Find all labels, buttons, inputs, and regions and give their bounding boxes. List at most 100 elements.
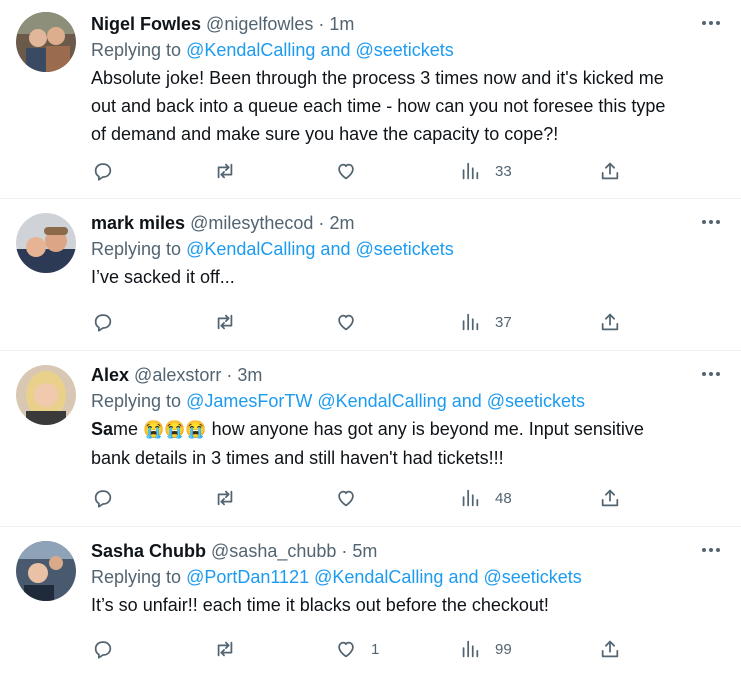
retweet-button[interactable] xyxy=(214,486,236,510)
replying-targets[interactable]: @KendalCalling and @seetickets xyxy=(186,239,454,259)
heart-icon xyxy=(338,314,354,331)
views-icon xyxy=(462,489,479,507)
tweet-text-line: It’s so unfair!! each time it blacks out… xyxy=(91,595,549,615)
replying-targets[interactable]: @JamesForTW @KendalCalling and @seeticke… xyxy=(186,391,585,411)
replying-prefix: Replying to xyxy=(91,239,182,259)
text-bold: Sa xyxy=(91,419,114,439)
timestamp[interactable]: 1m xyxy=(329,14,354,34)
reply-button[interactable] xyxy=(92,486,114,510)
action-bar: 33 xyxy=(0,159,741,183)
separator: · xyxy=(318,14,325,34)
like-button[interactable] xyxy=(335,159,371,183)
views-icon xyxy=(462,162,479,180)
views-button[interactable]: 33 xyxy=(459,159,512,183)
views-count: 99 xyxy=(495,640,512,658)
share-button[interactable] xyxy=(599,637,621,661)
retweet-button[interactable] xyxy=(214,310,236,334)
display-name[interactable]: Nigel Fowles xyxy=(91,14,201,34)
retweet-button[interactable] xyxy=(214,637,236,661)
separator: · xyxy=(318,213,325,233)
tweet-text-line: I’ve sacked it off... xyxy=(91,267,235,287)
retweet-icon xyxy=(217,163,233,179)
retweet-button[interactable] xyxy=(214,159,236,183)
like-button[interactable] xyxy=(335,486,371,510)
user-handle[interactable]: @alexstorr xyxy=(134,365,221,385)
like-count: 1 xyxy=(371,640,380,658)
replying-targets[interactable]: @KendalCalling and @seetickets xyxy=(186,40,454,60)
user-handle[interactable]: @nigelfowles xyxy=(206,14,313,34)
retweet-icon xyxy=(217,641,233,657)
replying-to: Replying to @KendalCalling and @seeticke… xyxy=(91,36,721,64)
heart-icon xyxy=(338,163,354,180)
display-name[interactable]: Sasha Chubb xyxy=(91,541,206,561)
views-button[interactable]: 37 xyxy=(459,310,512,334)
more-icon[interactable] xyxy=(699,541,723,559)
avatar[interactable] xyxy=(16,12,76,72)
text-rest: me xyxy=(113,419,139,439)
views-button[interactable]: 48 xyxy=(459,486,512,510)
tweet-header: Sasha Chubb @sasha_chubb · 5m xyxy=(91,539,721,563)
views-count: 48 xyxy=(495,489,512,507)
replying-to: Replying to @PortDan1121 @KendalCalling … xyxy=(91,563,721,591)
timestamp[interactable]: 5m xyxy=(352,541,377,561)
heart-icon xyxy=(338,490,354,507)
reply-button[interactable] xyxy=(92,159,114,183)
share-button[interactable] xyxy=(599,159,621,183)
text-after-emoji: how anyone has got any is beyond me. Inp… xyxy=(206,419,644,439)
tweet-text: I’ve sacked it off... xyxy=(91,263,721,291)
views-count: 37 xyxy=(495,313,512,331)
tweet-alex[interactable]: Alex @alexstorr · 3m Replying to @JamesF… xyxy=(0,351,741,527)
action-bar: 48 xyxy=(0,486,741,510)
retweet-icon xyxy=(217,490,233,506)
views-count: 33 xyxy=(495,162,512,180)
timestamp[interactable]: 3m xyxy=(237,365,262,385)
heart-icon xyxy=(338,641,354,658)
share-button[interactable] xyxy=(599,486,621,510)
replying-to: Replying to @KendalCalling and @seeticke… xyxy=(91,235,721,263)
tweet-text-line: of demand and make sure you have the cap… xyxy=(91,124,559,144)
tweet-sasha-chubb[interactable]: Sasha Chubb @sasha_chubb · 5m Replying t… xyxy=(0,527,741,678)
tweet-header: Nigel Fowles @nigelfowles · 1m xyxy=(91,12,721,36)
tweet-text-line: bank details in 3 times and still haven'… xyxy=(91,448,504,468)
user-handle[interactable]: @milesythecod xyxy=(190,213,313,233)
tweet-text: Absolute joke! Been through the process … xyxy=(91,64,721,148)
action-bar: 37 xyxy=(0,310,741,334)
separator: · xyxy=(341,541,348,561)
tweet-nigel-fowles[interactable]: Nigel Fowles @nigelfowles · 1m Replying … xyxy=(0,0,741,199)
avatar[interactable] xyxy=(16,365,76,425)
retweet-icon xyxy=(217,314,233,330)
reply-icon xyxy=(94,641,112,659)
reply-icon xyxy=(94,490,112,508)
avatar[interactable] xyxy=(16,213,76,273)
reply-button[interactable] xyxy=(92,310,114,334)
more-icon[interactable] xyxy=(699,14,723,32)
tweet-text-line: Same 😭😭😭 how anyone has got any is beyon… xyxy=(91,415,721,444)
share-icon xyxy=(601,640,619,658)
share-button[interactable] xyxy=(599,310,621,334)
reply-feed: Nigel Fowles @nigelfowles · 1m Replying … xyxy=(0,0,741,678)
like-button[interactable] xyxy=(335,310,371,334)
replying-prefix: Replying to xyxy=(91,40,182,60)
share-icon xyxy=(601,162,619,180)
replying-prefix: Replying to xyxy=(91,391,182,411)
more-icon[interactable] xyxy=(699,213,723,231)
share-icon xyxy=(601,489,619,507)
tweet-text-line: Absolute joke! Been through the process … xyxy=(91,68,664,88)
views-icon xyxy=(462,313,479,331)
timestamp[interactable]: 2m xyxy=(329,213,354,233)
views-button[interactable]: 99 xyxy=(459,637,512,661)
user-handle[interactable]: @sasha_chubb xyxy=(211,541,336,561)
replying-targets[interactable]: @PortDan1121 @KendalCalling and @seetick… xyxy=(186,567,582,587)
views-icon xyxy=(462,640,479,658)
avatar[interactable] xyxy=(16,541,76,601)
tweet-header: mark miles @milesythecod · 2m xyxy=(91,211,721,235)
like-button[interactable]: 1 xyxy=(335,637,379,661)
more-icon[interactable] xyxy=(699,365,723,383)
share-icon xyxy=(601,313,619,331)
display-name[interactable]: mark miles xyxy=(91,213,185,233)
reply-icon xyxy=(94,314,112,332)
display-name[interactable]: Alex xyxy=(91,365,129,385)
reply-button[interactable] xyxy=(92,637,114,661)
tweet-mark-miles[interactable]: mark miles @milesythecod · 2m Replying t… xyxy=(0,199,741,351)
replying-prefix: Replying to xyxy=(91,567,182,587)
